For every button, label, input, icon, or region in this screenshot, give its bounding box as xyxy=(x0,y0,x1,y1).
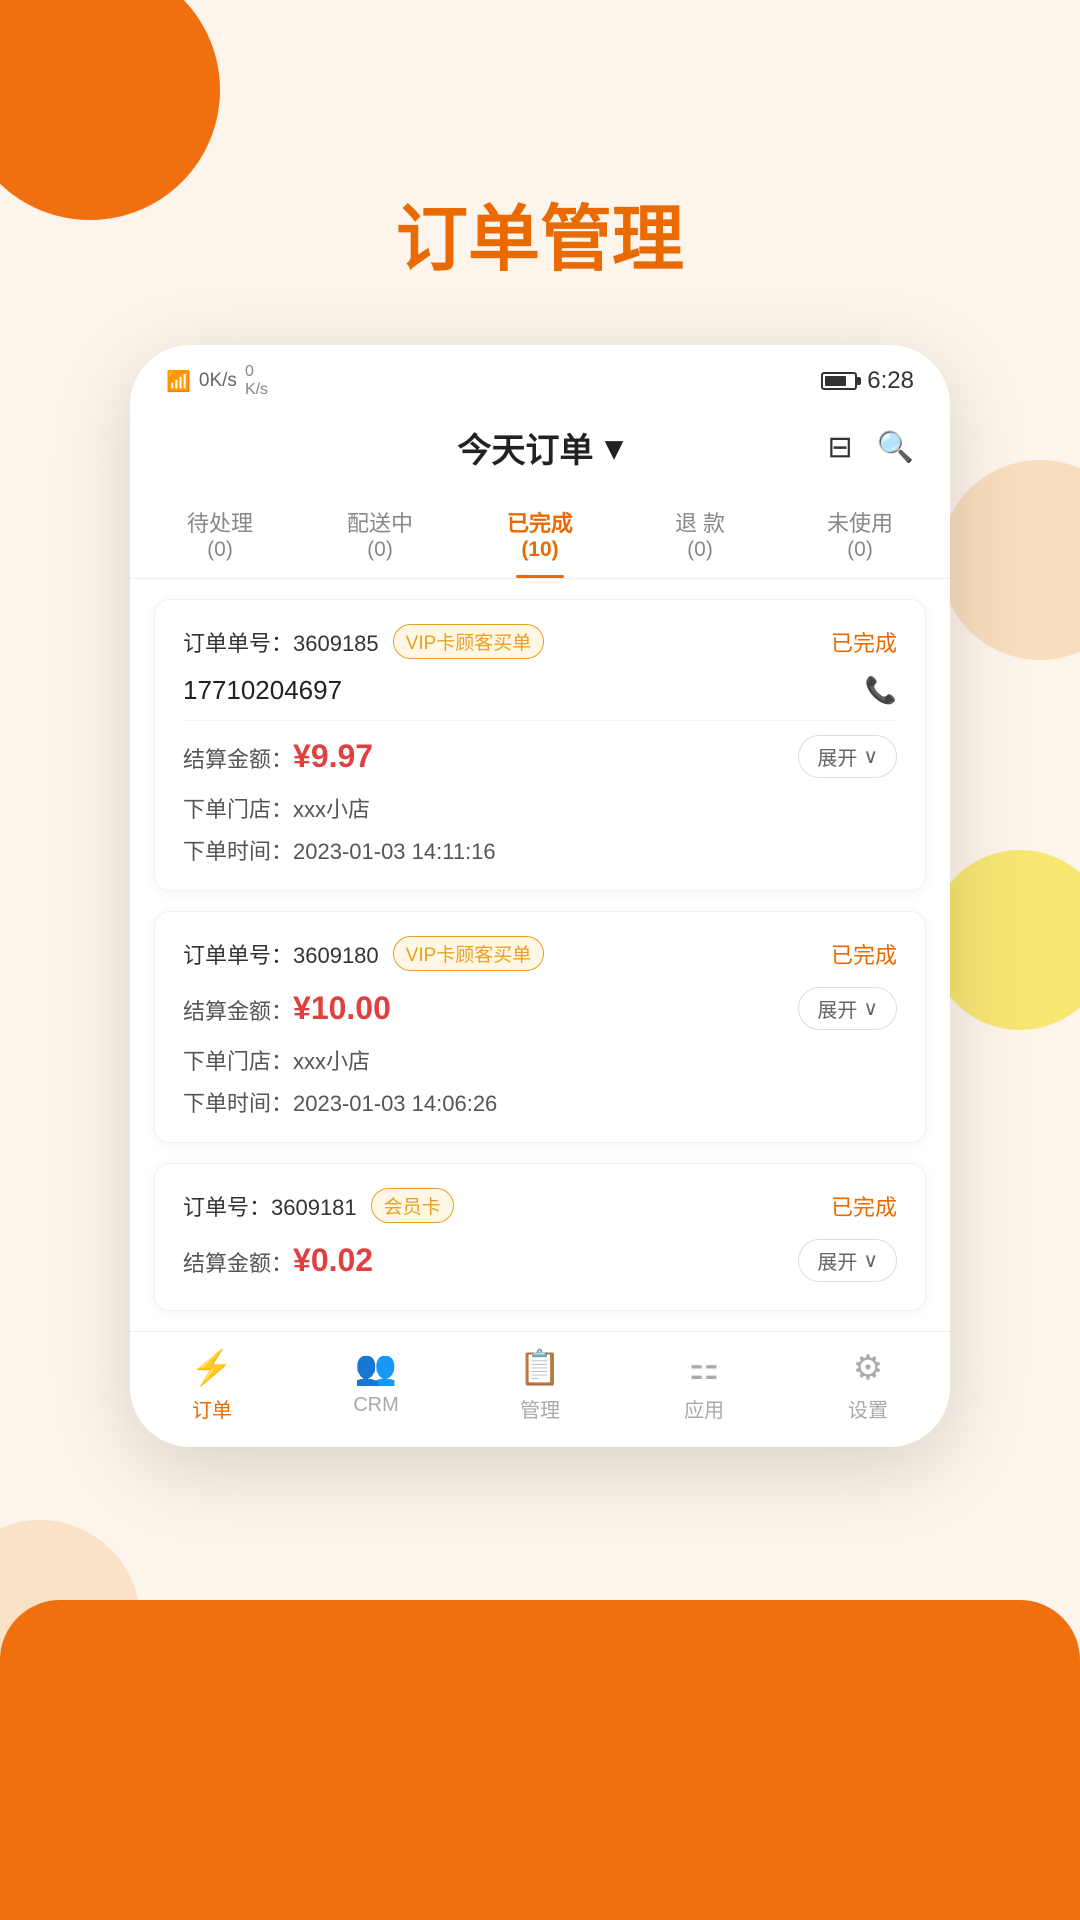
order-number-label-3: 订单号：3609181 xyxy=(183,1190,357,1222)
header-title-group[interactable]: 今天订单 ▾ xyxy=(457,423,622,472)
nav-item-settings[interactable]: ⚙ 设置 xyxy=(786,1348,950,1423)
status-icons-left: 📶 0K/s 0K/s xyxy=(166,363,268,399)
settings-nav-label: 设置 xyxy=(848,1394,888,1423)
expand-label-1: 展开 xyxy=(817,742,857,771)
order-store-row-2: 下单门店：xxx小店 xyxy=(183,1044,897,1076)
amount-value-1: ¥9.97 xyxy=(293,738,373,774)
tab-pending[interactable]: 待处理 (0) xyxy=(140,492,300,578)
tab-refund-label: 退 款 xyxy=(675,511,725,536)
orders-nav-label: 订单 xyxy=(192,1394,232,1423)
amount-value-2: ¥10.00 xyxy=(293,990,391,1026)
wifi-icon: 0K/s xyxy=(199,370,237,392)
tab-pending-label: 待处理 xyxy=(187,511,253,536)
apps-icon: ⚏ xyxy=(689,1348,719,1388)
order-status-3: 已完成 xyxy=(831,1190,897,1222)
amount-value-3: ¥0.02 xyxy=(293,1242,373,1278)
tab-refund[interactable]: 退 款 (0) xyxy=(620,492,780,578)
order-card-2: 订单单号：3609180 VIP卡顾客买单 已完成 结算金额：¥10.00 展开… xyxy=(154,911,926,1143)
battery-icon xyxy=(821,372,857,390)
manage-nav-label: 管理 xyxy=(520,1394,560,1423)
amount-label-2: 结算金额：¥10.00 xyxy=(183,990,391,1027)
nav-item-apps[interactable]: ⚏ 应用 xyxy=(622,1348,786,1423)
phone-call-icon-1[interactable]: 📞 xyxy=(865,675,897,706)
order-number-label-2: 订单单号：3609180 xyxy=(183,938,379,970)
order-status-1: 已完成 xyxy=(831,626,897,658)
apps-nav-label: 应用 xyxy=(684,1394,724,1423)
tab-completed[interactable]: 已完成 (10) xyxy=(460,492,620,578)
crm-nav-label: CRM xyxy=(353,1394,399,1417)
nav-item-crm[interactable]: 👥 CRM xyxy=(294,1348,458,1423)
nav-item-manage[interactable]: 📋 管理 xyxy=(458,1348,622,1423)
tab-unused-count: (0) xyxy=(780,538,940,562)
order-header-2: 订单单号：3609180 VIP卡顾客买单 已完成 xyxy=(183,936,897,971)
chevron-down-icon-3: ∨ xyxy=(863,1248,878,1273)
order-status-2: 已完成 xyxy=(831,938,897,970)
tabs-bar: 待处理 (0) 配送中 (0) 已完成 (10) 退 款 (0) 未使用 (0) xyxy=(130,492,950,579)
bg-decoration-circle-yellow xyxy=(930,850,1080,1030)
expand-btn-1[interactable]: 展开 ∨ xyxy=(798,735,897,778)
status-bar: 📶 0K/s 0K/s 6:28 xyxy=(130,345,950,407)
tab-delivering-count: (0) xyxy=(300,538,460,562)
header-actions: ⊟ 🔍 xyxy=(828,430,915,465)
tab-completed-label: 已完成 xyxy=(507,511,573,536)
tab-delivering-label: 配送中 xyxy=(347,511,413,536)
header-title-text: 今天订单 xyxy=(457,423,593,472)
app-header: 今天订单 ▾ ⊟ 🔍 xyxy=(130,407,950,492)
order-card-3: 订单号：3609181 会员卡 已完成 结算金额：¥0.02 展开 ∨ xyxy=(154,1163,926,1311)
signal-icon: 📶 xyxy=(166,369,191,394)
settings-icon: ⚙ xyxy=(853,1348,883,1388)
page-title: 订单管理 xyxy=(0,0,1080,345)
chevron-down-icon-2: ∨ xyxy=(863,996,878,1021)
order-amount-row-1: 结算金额：¥9.97 展开 ∨ xyxy=(183,735,897,778)
manage-icon: 📋 xyxy=(519,1348,561,1388)
order-header-3: 订单号：3609181 会员卡 已完成 xyxy=(183,1188,897,1223)
amount-label-1: 结算金额：¥9.97 xyxy=(183,738,373,775)
vip-badge-1: VIP卡顾客买单 xyxy=(393,624,545,659)
order-store-row-1: 下单门店：xxx小店 xyxy=(183,792,897,824)
order-phone-row-1: 17710204697 📞 xyxy=(183,675,897,721)
order-time-row-2: 下单时间：2023-01-03 14:06:26 xyxy=(183,1086,897,1118)
order-number-label-1: 订单单号：3609185 xyxy=(183,626,379,658)
bg-decoration-orange-bottom xyxy=(0,1600,1080,1920)
amount-label-3: 结算金额：¥0.02 xyxy=(183,1242,373,1279)
orders-icon: ⚡ xyxy=(191,1348,233,1388)
order-amount-row-3: 结算金额：¥0.02 展开 ∨ xyxy=(183,1239,897,1282)
phone-mockup: 📶 0K/s 0K/s 6:28 今天订单 ▾ ⊟ 🔍 待处理 (0) 配送中 xyxy=(130,345,950,1447)
clock: 6:28 xyxy=(867,367,914,395)
order-phone-1: 17710204697 xyxy=(183,675,342,706)
search-icon[interactable]: 🔍 xyxy=(877,430,914,465)
chevron-down-icon-1: ∨ xyxy=(863,744,878,769)
expand-label-3: 展开 xyxy=(817,1246,857,1275)
order-card-1: 订单单号：3609185 VIP卡顾客买单 已完成 17710204697 📞 … xyxy=(154,599,926,891)
expand-btn-3[interactable]: 展开 ∨ xyxy=(798,1239,897,1282)
filter-icon[interactable]: ⊟ xyxy=(828,430,853,465)
nav-item-orders[interactable]: ⚡ 订单 xyxy=(130,1348,294,1423)
network-speed: 0K/s xyxy=(245,363,268,399)
order-amount-row-2: 结算金额：¥10.00 展开 ∨ xyxy=(183,987,897,1030)
order-time-row-1: 下单时间：2023-01-03 14:11:16 xyxy=(183,834,897,866)
member-badge-3: 会员卡 xyxy=(371,1188,454,1223)
tab-pending-count: (0) xyxy=(140,538,300,562)
status-icons-right: 6:28 xyxy=(821,367,914,395)
bg-decoration-circle-right xyxy=(940,460,1080,660)
expand-label-2: 展开 xyxy=(817,994,857,1023)
tab-unused-label: 未使用 xyxy=(827,511,893,536)
order-list: 订单单号：3609185 VIP卡顾客买单 已完成 17710204697 📞 … xyxy=(130,579,950,1331)
crm-icon: 👥 xyxy=(355,1348,397,1388)
tab-refund-count: (0) xyxy=(620,538,780,562)
bottom-nav: ⚡ 订单 👥 CRM 📋 管理 ⚏ 应用 ⚙ 设置 xyxy=(130,1331,950,1447)
order-header-1: 订单单号：3609185 VIP卡顾客买单 已完成 xyxy=(183,624,897,659)
tab-completed-count: (10) xyxy=(460,538,620,562)
tab-delivering[interactable]: 配送中 (0) xyxy=(300,492,460,578)
expand-btn-2[interactable]: 展开 ∨ xyxy=(798,987,897,1030)
header-dropdown-icon: ▾ xyxy=(605,428,622,468)
vip-badge-2: VIP卡顾客买单 xyxy=(393,936,545,971)
tab-unused[interactable]: 未使用 (0) xyxy=(780,492,940,578)
